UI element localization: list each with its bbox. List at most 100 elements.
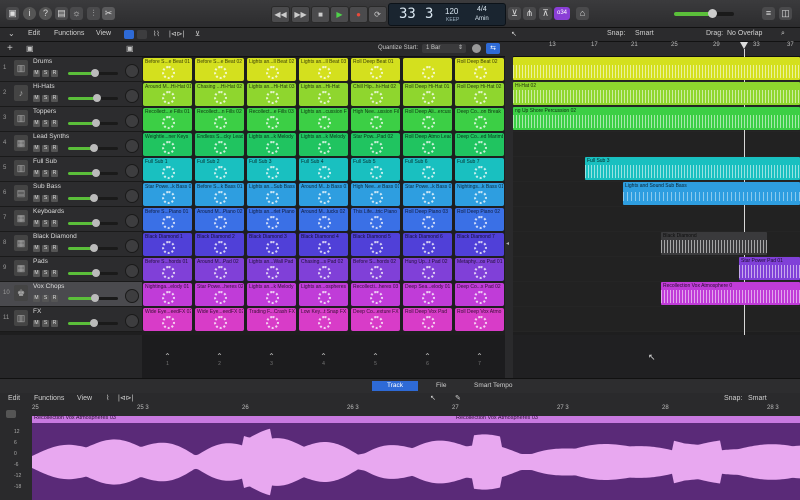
solo-button[interactable]: S [42, 95, 49, 102]
solo-button[interactable]: S [42, 245, 49, 252]
live-loop-cell[interactable]: Wide Eye...eedFX 02 [195, 308, 244, 331]
track-header[interactable]: 11 ▥ FX M S R [0, 307, 142, 332]
track-header[interactable]: 6 ▤ Sub Bass M S R [0, 182, 142, 207]
list-view-icon[interactable] [137, 30, 147, 39]
track-region[interactable] [513, 57, 800, 80]
toolbar-toggle-icon[interactable]: ▤ [55, 7, 68, 20]
live-loop-cell[interactable]: High Nee...ussion Fill [351, 108, 400, 131]
live-loop-cell[interactable]: Full Sub 6 [403, 158, 452, 181]
scene-trigger[interactable]: ⌃ 6 [403, 352, 452, 374]
pan-knob[interactable] [125, 189, 139, 203]
record-enable-button[interactable]: R [51, 120, 58, 127]
snap-select[interactable]: Smart [635, 30, 654, 37]
live-loop-cell[interactable]: Wide Eye...eedFX 02 [143, 308, 192, 331]
global-tracks-icon[interactable]: ▣ [26, 44, 34, 53]
live-loop-cell[interactable]: Recollecti...heres 03 [351, 283, 400, 306]
live-loop-cell[interactable]: Roll Deep Piano 02 [455, 208, 504, 231]
live-loop-cell[interactable]: Deep Sea...elody 01 [403, 283, 452, 306]
live-loop-cell[interactable]: Lights an...Hi-Hat [299, 83, 348, 106]
live-loop-cell[interactable]: Full Sub 3 [247, 158, 296, 181]
live-loop-cell[interactable]: Full Sub 7 [455, 158, 504, 181]
track-name[interactable]: Lead Synths [33, 133, 69, 140]
live-loop-cell[interactable]: Before S...e Beat 02 [195, 58, 244, 81]
track-region[interactable]: Recollection Vox Atmosphere 0 [661, 282, 800, 305]
tab-file[interactable]: File [428, 381, 454, 391]
track-header[interactable]: 10 ♚ Vox Chops M S R [0, 282, 142, 307]
live-loop-cell[interactable]: Deep Co...on Break [455, 108, 504, 131]
live-loop-cell[interactable]: Around M...Hi-Hat 01 [143, 83, 192, 106]
track-name[interactable]: Drums [33, 58, 52, 65]
functions-menu[interactable]: Functions [54, 30, 84, 37]
live-loop-cell[interactable]: Recollect...n Fills 02 [195, 108, 244, 131]
solo-button[interactable]: S [42, 220, 49, 227]
browser-icon[interactable]: ◫ [779, 7, 792, 20]
track-name[interactable]: FX [33, 308, 41, 315]
live-loop-cell[interactable]: Deep Co...exture FX [351, 308, 400, 331]
live-loop-cell[interactable]: Deep Co...x Pad 02 [455, 283, 504, 306]
live-loop-cell[interactable]: Lights an...k Melody [247, 133, 296, 156]
editor-pointer-tool-icon[interactable]: ↖ [430, 394, 436, 402]
scene-icon[interactable]: ▣ [126, 44, 134, 53]
live-loop-cell[interactable]: Lights an...ll Beat 03 [299, 58, 348, 81]
scene-trigger[interactable]: ⌃ 2 [195, 352, 244, 374]
mute-button[interactable]: M [33, 170, 40, 177]
record-enable-button[interactable]: R [51, 95, 58, 102]
solo-button[interactable]: S [42, 145, 49, 152]
live-loop-cell[interactable]: Full Sub 1 [143, 158, 192, 181]
mute-button[interactable]: M [33, 245, 40, 252]
mute-button[interactable]: M [33, 195, 40, 202]
live-loop-cell[interactable]: Nightinga...elody 01 [143, 283, 192, 306]
live-loop-cell[interactable]: Before S...hords 02 [351, 258, 400, 281]
record-enable-button[interactable]: R [51, 270, 58, 277]
track-name[interactable]: Keyboards [33, 208, 64, 215]
live-loop-cell[interactable]: Star Powe...k Bass 02 [403, 183, 452, 206]
mute-button[interactable]: M [33, 270, 40, 277]
catch-icon[interactable]: ⌇⌇ [153, 30, 160, 38]
live-loop-cell[interactable]: Recollect...e Fills 03 [247, 108, 296, 131]
solo-button[interactable]: S [42, 270, 49, 277]
live-loop-cell[interactable]: Lights an...Hi-Hat 03 [247, 83, 296, 106]
inspector-icon[interactable]: i [23, 7, 36, 20]
volume-knob[interactable] [92, 119, 100, 127]
track-header[interactable]: 2 ♪ Hi-Hats M S R [0, 82, 142, 107]
grid-view-icon[interactable] [124, 30, 134, 39]
pan-knob[interactable] [125, 64, 139, 78]
live-loop-cell[interactable]: Before S...hords 01 [143, 258, 192, 281]
volume-knob[interactable] [91, 69, 99, 77]
live-loop-cell[interactable]: Low Key...t Snap FX [299, 308, 348, 331]
pan-knob[interactable] [125, 89, 139, 103]
live-loop-cell[interactable]: Chasing...s Pad 02 [299, 258, 348, 281]
live-loop-cell[interactable]: Before S...e Beat 01 [143, 58, 192, 81]
flex-icon[interactable]: |⊲⊳| [169, 30, 184, 38]
help-icon[interactable]: ? [39, 7, 52, 20]
live-loop-cell[interactable]: Roll Deep Vox Atmo [455, 308, 504, 331]
timeline-ruler[interactable]: 13 17 21 25 29 33 37 [513, 42, 800, 57]
live-loop-cell[interactable]: Around M...Pad 02 [195, 258, 244, 281]
volume-knob[interactable] [90, 194, 98, 202]
live-loop-cell[interactable] [403, 58, 452, 81]
track-header[interactable]: 8 ▦ Black Diamond M S R [0, 232, 142, 257]
live-loop-cell[interactable]: Lights an...rlet Piano [247, 208, 296, 231]
track-lane[interactable] [513, 207, 800, 232]
volume-knob[interactable] [91, 294, 99, 302]
live-loop-cell[interactable]: High Nee...e Bass 01 [351, 183, 400, 206]
live-loop-cell[interactable]: Lights an...ospheres [299, 283, 348, 306]
add-track-icon[interactable]: + [7, 43, 13, 54]
mute-button[interactable]: M [33, 95, 40, 102]
live-loop-cell[interactable]: Weightle...ner Keys [143, 133, 192, 156]
editors-icon[interactable]: ✂ [102, 7, 115, 20]
replace-icon[interactable]: ⊻ [508, 7, 521, 20]
library-icon[interactable]: ▣ [6, 7, 19, 20]
master-volume-knob[interactable] [708, 9, 717, 18]
editor-view-menu[interactable]: View [77, 395, 92, 402]
editor-snap-select[interactable]: Smart [748, 395, 767, 402]
solo-button[interactable]: S [42, 195, 49, 202]
record-enable-button[interactable]: R [51, 170, 58, 177]
live-loop-cell[interactable]: Lights an...k Melody [299, 133, 348, 156]
live-loop-cell[interactable]: Roll Deep Hi-Hat 01 [403, 83, 452, 106]
editor-view-toggle-icon[interactable] [6, 410, 16, 418]
editor-functions-menu[interactable]: Functions [34, 395, 64, 402]
solo-icon[interactable]: ⊼ [539, 7, 552, 20]
volume-knob[interactable] [92, 219, 100, 227]
live-loop-cell[interactable]: Full Sub 4 [299, 158, 348, 181]
